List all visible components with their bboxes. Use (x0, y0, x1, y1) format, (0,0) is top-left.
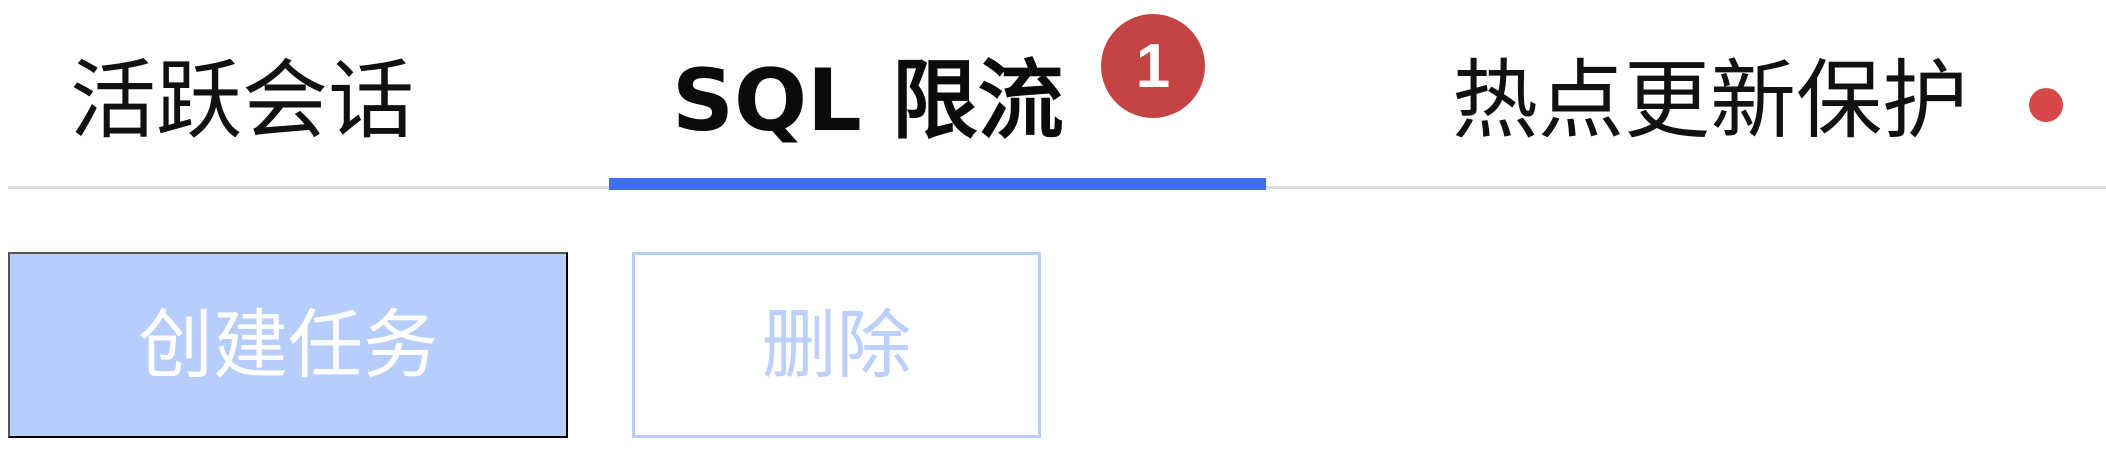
sql-limit-count-badge: 1 (1101, 14, 1205, 118)
action-toolbar: 创建任务 删除 (0, 252, 2106, 442)
tab-bar: 活跃会话 SQL 限流 1 热点更新保护 (0, 0, 2106, 190)
sql-throttle-page: 活跃会话 SQL 限流 1 热点更新保护 创建任务 删除 (0, 0, 2106, 451)
active-tab-underline (609, 178, 1266, 190)
tab-sql-limit-label: SQL 限流 (672, 51, 1064, 151)
tab-hot-update-protection[interactable]: 热点更新保护 (1452, 46, 1968, 156)
delete-button[interactable]: 删除 (632, 252, 1041, 438)
hot-update-dot-badge (2029, 88, 2063, 122)
sql-limit-count: 1 (1135, 31, 1171, 101)
tab-active-sessions-label: 活跃会话 (70, 51, 414, 151)
create-task-button[interactable]: 创建任务 (8, 252, 568, 438)
tab-active-sessions[interactable]: 活跃会话 (70, 46, 414, 156)
tab-sql-limit[interactable]: SQL 限流 (672, 46, 1064, 156)
tab-hot-update-protection-label: 热点更新保护 (1452, 51, 1968, 151)
